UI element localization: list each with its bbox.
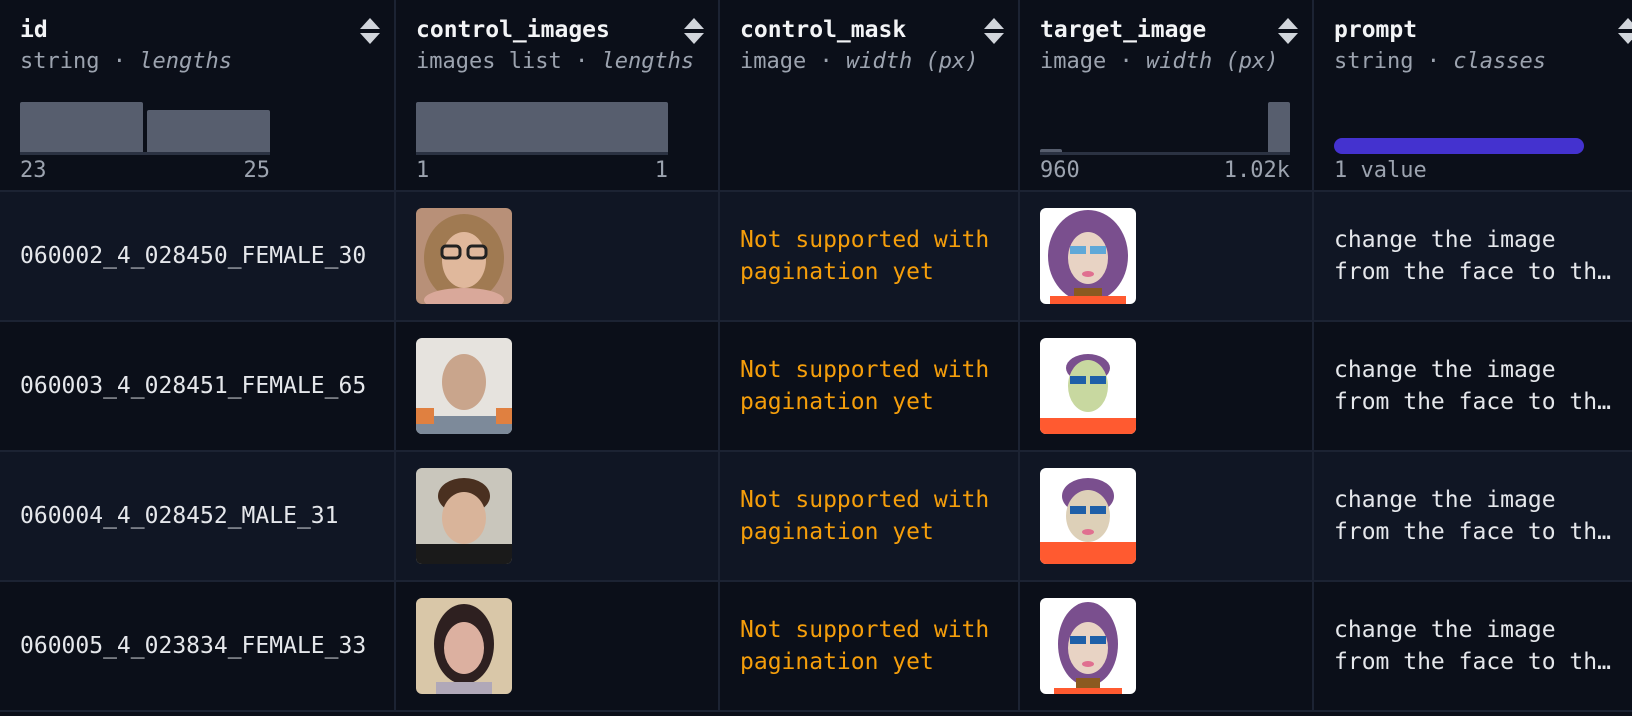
- table-row-cell-control-mask: Not supported with pagination yet: [720, 582, 1020, 712]
- column-name: id: [20, 17, 48, 43]
- sort-icon[interactable]: [984, 18, 1004, 46]
- control-image-thumbnail[interactable]: [416, 208, 512, 304]
- table-row-cell-target-image[interactable]: [1020, 452, 1314, 582]
- target-image-thumbnail[interactable]: [1040, 598, 1136, 694]
- table-row-cell-control-mask: Not supported with pagination yet: [720, 452, 1020, 582]
- control-image-thumbnail[interactable]: [416, 468, 512, 564]
- table-row-cell-id[interactable]: 060005_4_023834_FEMALE_33: [0, 582, 396, 712]
- column-header-control-images[interactable]: control_images images list · lengths 1 1: [396, 0, 720, 192]
- histogram-range: 23 25: [20, 158, 270, 183]
- target-image-thumbnail[interactable]: [1040, 338, 1136, 434]
- table-row-cell-target-image[interactable]: [1020, 582, 1314, 712]
- table-row-cell-prompt[interactable]: change the image from the face to th…: [1314, 452, 1632, 582]
- table-row-cell-prompt[interactable]: change the image from the face to th…: [1314, 582, 1632, 712]
- table-row-cell-target-image[interactable]: [1020, 192, 1314, 322]
- table-row-cell-prompt[interactable]: change the image from the face to th…: [1314, 322, 1632, 452]
- sort-icon[interactable]: [360, 18, 380, 46]
- unsupported-message: Not supported with pagination yet: [740, 617, 990, 675]
- unsupported-message: Not supported with pagination yet: [740, 487, 990, 545]
- sort-icon[interactable]: [1278, 18, 1298, 46]
- histogram-bar[interactable]: [416, 102, 668, 152]
- range-min: 1: [416, 158, 430, 183]
- table-row-cell-control-images[interactable]: [396, 582, 720, 712]
- column-type: string · classes: [1334, 49, 1546, 74]
- column-name: control_images: [416, 17, 610, 43]
- unsupported-message: Not supported with pagination yet: [740, 357, 990, 415]
- histogram-bar[interactable]: [20, 102, 143, 152]
- range-min: 960: [1040, 158, 1080, 183]
- length-histogram: [416, 96, 668, 155]
- range-max: 1.02k: [1223, 158, 1290, 183]
- class-bar[interactable]: [1334, 138, 1584, 154]
- histogram-range: 1 1: [416, 158, 668, 183]
- prompt-text: change the image from the face to th…: [1334, 227, 1611, 285]
- table-row-cell-control-images[interactable]: [396, 322, 720, 452]
- table-row-cell-control-images[interactable]: [396, 452, 720, 582]
- length-histogram: [20, 96, 270, 155]
- table-row-cell-id[interactable]: 060004_4_028452_MALE_31: [0, 452, 396, 582]
- histogram-bar[interactable]: [1268, 102, 1290, 152]
- column-type: images list · lengths: [416, 49, 695, 74]
- prompt-text: change the image from the face to th…: [1334, 357, 1611, 415]
- column-type: image · width (px): [1040, 49, 1279, 74]
- histogram-bar[interactable]: [147, 110, 270, 152]
- row-id: 060003_4_028451_FEMALE_65: [20, 373, 367, 399]
- table-row-cell-id[interactable]: 060003_4_028451_FEMALE_65: [0, 322, 396, 452]
- column-type: image · width (px): [740, 49, 979, 74]
- table-row-cell-id[interactable]: 060002_4_028450_FEMALE_30: [0, 192, 396, 322]
- sort-icon[interactable]: [1618, 18, 1632, 46]
- column-name: control_mask: [740, 17, 907, 43]
- table-row-cell-control-mask: Not supported with pagination yet: [720, 322, 1020, 452]
- table-row-cell-control-images[interactable]: [396, 192, 720, 322]
- column-name: target_image: [1040, 17, 1207, 43]
- column-type: string · lengths: [20, 49, 232, 74]
- column-header-prompt[interactable]: prompt string · classes 1 value: [1314, 0, 1632, 192]
- row-id: 060002_4_028450_FEMALE_30: [20, 243, 367, 269]
- prompt-text: change the image from the face to th…: [1334, 487, 1611, 545]
- prompt-text: change the image from the face to th…: [1334, 617, 1611, 675]
- table-row-cell-control-mask: Not supported with pagination yet: [720, 192, 1020, 322]
- unsupported-message: Not supported with pagination yet: [740, 227, 990, 285]
- control-image-thumbnail[interactable]: [416, 598, 512, 694]
- column-header-id[interactable]: id string · lengths 23 25: [0, 0, 396, 192]
- dataset-table: id string · lengths 23 25 control_images…: [0, 0, 1632, 712]
- range-max: 25: [243, 158, 271, 183]
- histogram-range: 960 1.02k: [1040, 158, 1290, 183]
- table-row-cell-prompt[interactable]: change the image from the face to th…: [1314, 192, 1632, 322]
- column-header-target-image[interactable]: target_image image · width (px) 960 1.02…: [1020, 0, 1314, 192]
- column-name: prompt: [1334, 17, 1418, 43]
- column-header-control-mask[interactable]: control_mask image · width (px): [720, 0, 1020, 192]
- target-image-thumbnail[interactable]: [1040, 208, 1136, 304]
- target-image-thumbnail[interactable]: [1040, 468, 1136, 564]
- range-min: 23: [20, 158, 47, 183]
- row-id: 060005_4_023834_FEMALE_33: [20, 633, 367, 659]
- sort-icon[interactable]: [684, 18, 704, 46]
- value-count: 1 value: [1334, 158, 1427, 183]
- range-max: 1: [654, 158, 668, 183]
- control-image-thumbnail[interactable]: [416, 338, 512, 434]
- table-row-cell-target-image[interactable]: [1020, 322, 1314, 452]
- row-id: 060004_4_028452_MALE_31: [20, 503, 339, 529]
- width-histogram: [1040, 96, 1290, 155]
